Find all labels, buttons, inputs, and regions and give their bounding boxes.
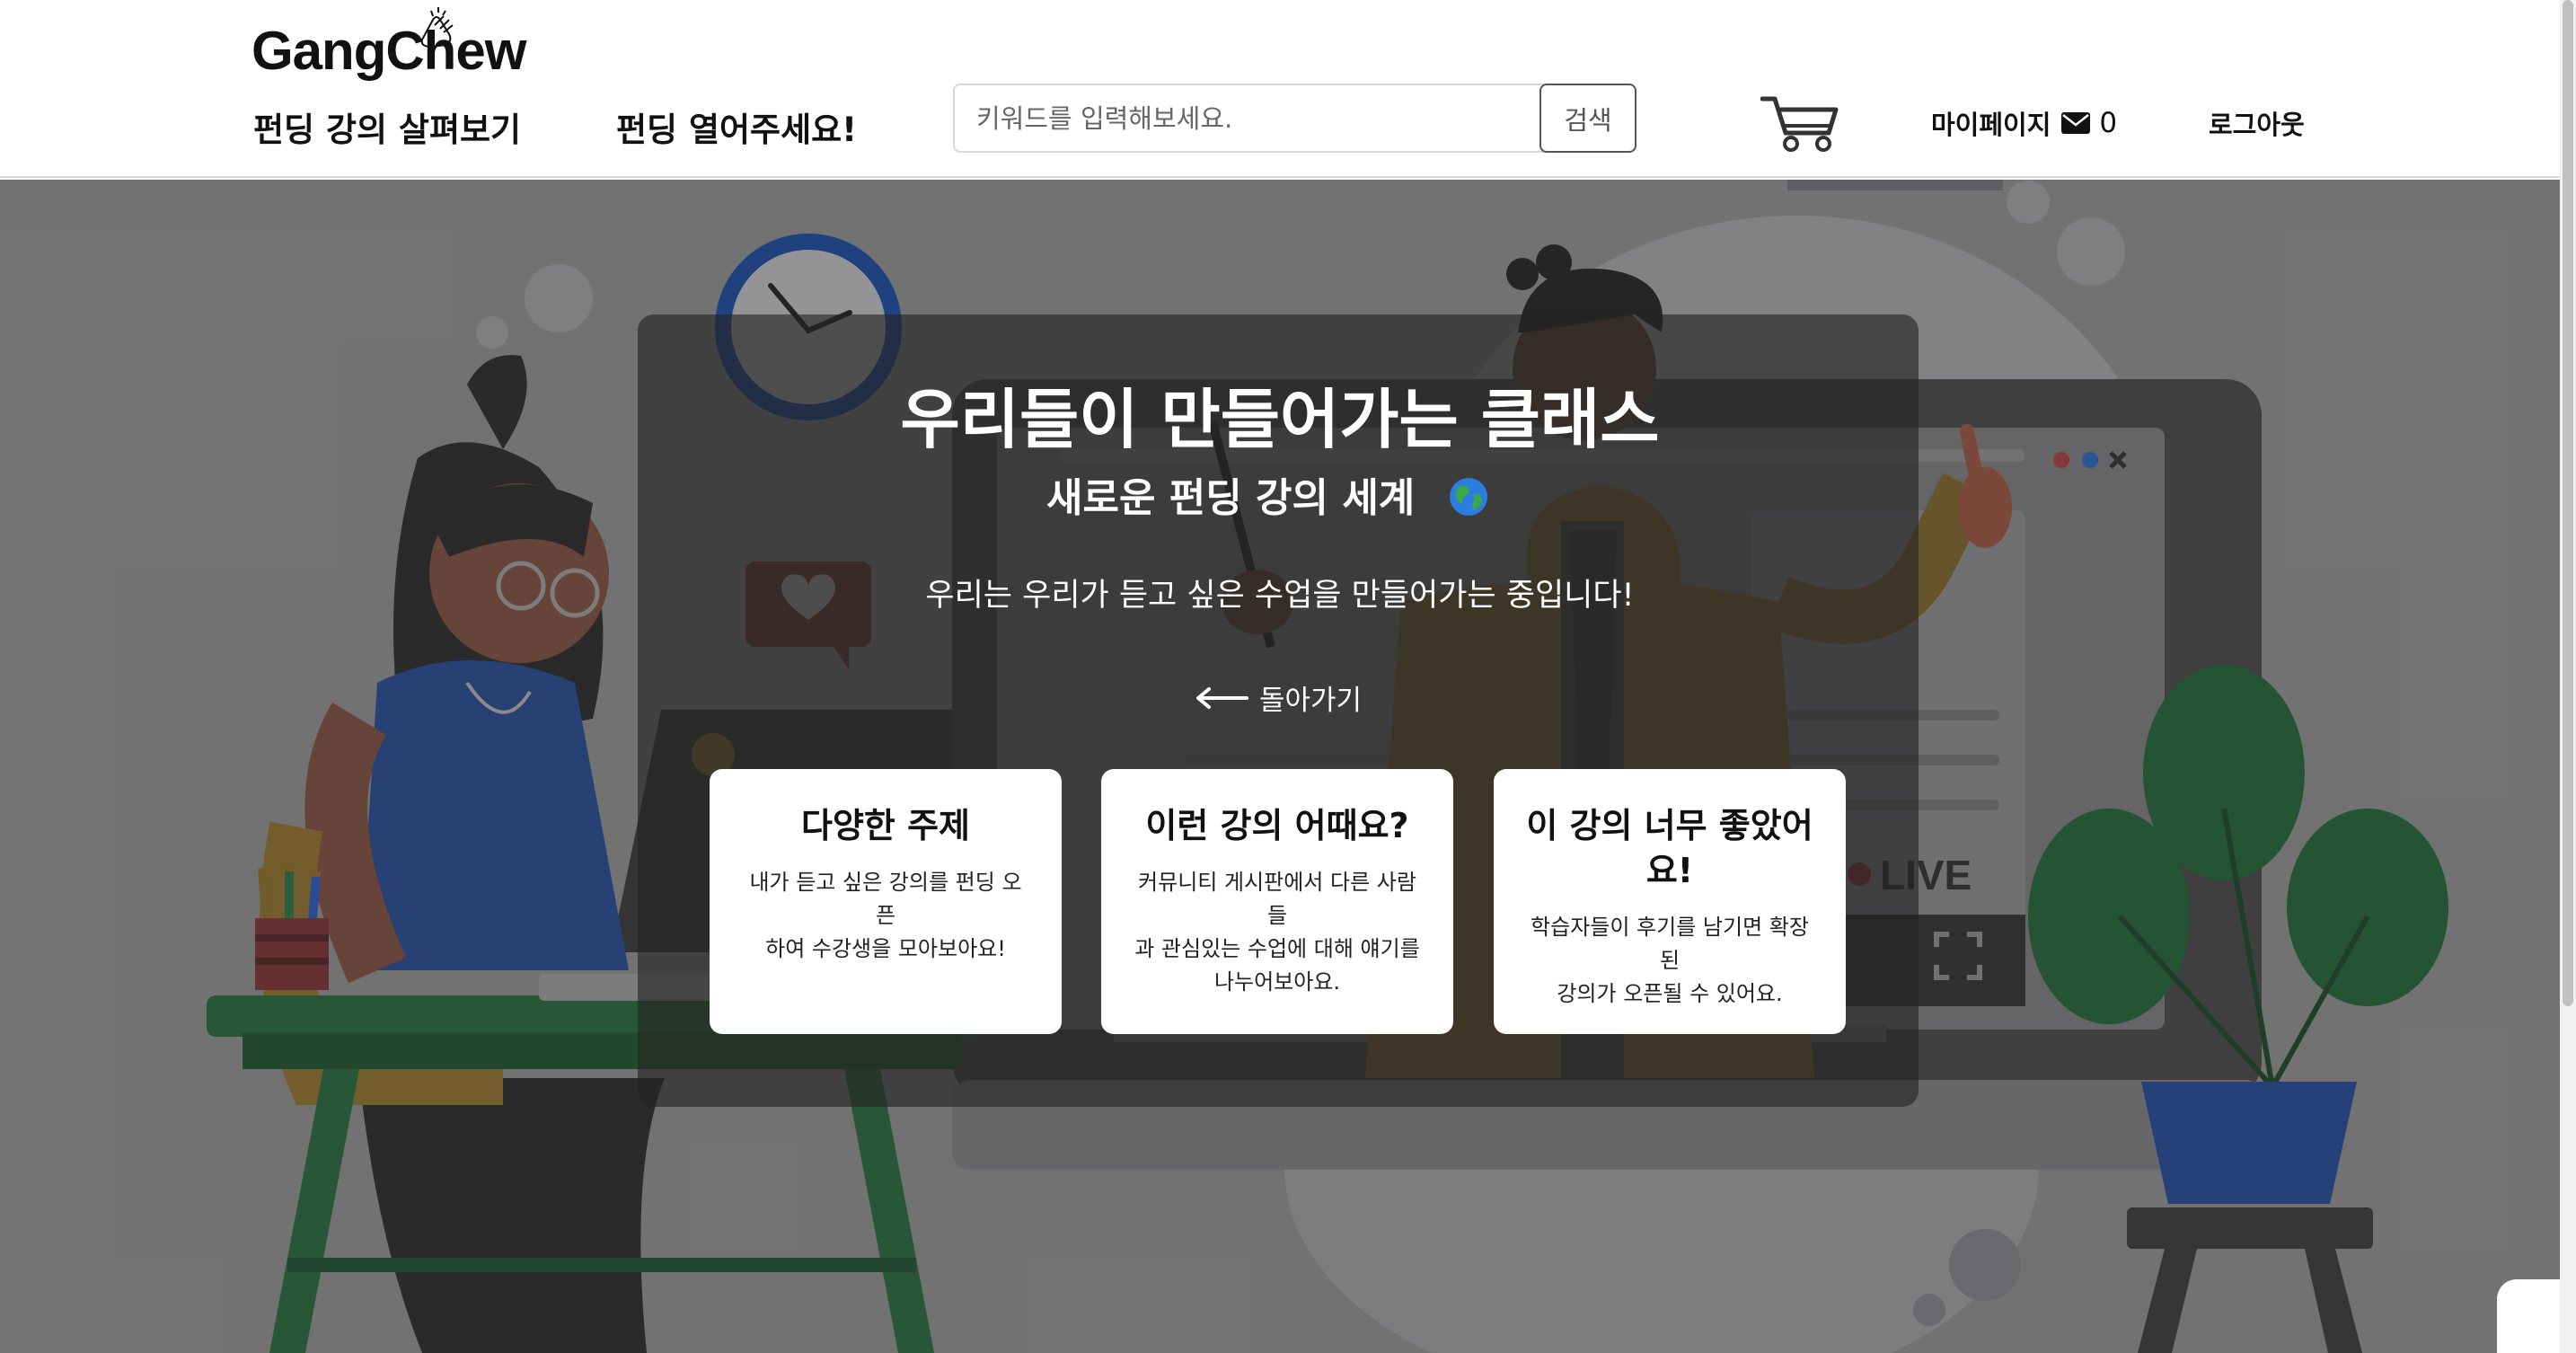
card-description: 커뮤니티 게시판에서 다른 사람들 과 관심있는 수업에 대해 얘기를 나누어보…: [1132, 866, 1423, 999]
logout-link[interactable]: 로그아웃: [2209, 104, 2305, 142]
card-description: 학습자들이 후기를 남기면 확장된 강의가 오픈될 수 있어요.: [1524, 911, 1815, 1011]
card-title-line: 요!: [1645, 851, 1694, 890]
back-link-label: 돌아가기: [1259, 685, 1363, 717]
feature-card-topics[interactable]: 다양한 주제 내가 듣고 싶은 강의를 펀딩 오픈 하여 수강생을 모아보아요!: [710, 769, 1062, 1034]
card-desc-line: 커뮤니티 게시판에서 다른 사람들: [1138, 870, 1416, 928]
card-title: 다양한 주제: [800, 806, 971, 845]
card-title-line: 이 강의 너무 좋았어: [1526, 806, 1813, 845]
card-desc-line: 학습자들이 후기를 남기면 확장된: [1531, 915, 1809, 973]
globe-icon: [1450, 478, 1487, 516]
card-title: 이 강의 너무 좋았어 요!: [1524, 803, 1815, 893]
corner-widget[interactable]: [2497, 1279, 2560, 1353]
nav-browse-funding[interactable]: 펀딩 강의 살펴보기: [253, 102, 521, 151]
nav-open-funding[interactable]: 펀딩 열어주세요!: [616, 102, 857, 151]
mail-icon: [2061, 112, 2091, 134]
search-button[interactable]: 검색: [1539, 84, 1636, 153]
card-description: 내가 듣고 싶은 강의를 펀딩 오픈 하여 수강생을 모아보아요!: [740, 866, 1031, 966]
card-desc-line: 내가 듣고 싶은 강의를 펀딩 오픈: [749, 870, 1022, 928]
top-header: GangChew 펀딩 강의 살펴보기 펀딩 열어주세요! 검색 마이페이지 0…: [0, 0, 2560, 178]
page-scrollbar[interactable]: [2560, 0, 2576, 1353]
clapping-hands-icon: [420, 7, 454, 49]
card-title: 이런 강의 어때요?: [1145, 806, 1409, 845]
message-count: 0: [2099, 107, 2118, 139]
logo[interactable]: GangChew: [251, 20, 526, 82]
hero-subtitle: 새로운 펀딩 강의 세계: [1046, 475, 1416, 521]
hero-title: 우리들이 만들어가는 클래스: [900, 382, 1660, 457]
mypage-link[interactable]: 마이페이지 0: [1931, 104, 2117, 142]
hero-description: 우리는 우리가 듣고 싶은 수업을 만들어가는 중입니다!: [925, 578, 1635, 614]
feature-card-community[interactable]: 이런 강의 어때요? 커뮤니티 게시판에서 다른 사람들 과 관심있는 수업에 …: [1101, 769, 1453, 1034]
mypage-label: 마이페이지: [1931, 110, 2051, 140]
search-input[interactable]: [955, 85, 1540, 151]
cart-icon[interactable]: [1760, 93, 1839, 153]
search-bar: 검색: [953, 84, 1636, 153]
hero-section: LIVE 우리들이 만들어가는 클래스 새로운 펀딩 강의 세계 우리는 우리가…: [0, 180, 2560, 1353]
card-desc-line: 나누어보아요.: [1213, 969, 1341, 995]
scrollbar-thumb[interactable]: [2563, 0, 2573, 1006]
back-link[interactable]: 돌아가기: [1195, 677, 1362, 718]
card-desc-line: 과 관심있는 수업에 대해 얘기를: [1134, 936, 1420, 961]
arrow-left-icon: [1196, 686, 1248, 709]
card-desc-line: 하여 수강생을 모아보아요!: [765, 936, 1006, 961]
feature-card-reviews[interactable]: 이 강의 너무 좋았어 요! 학습자들이 후기를 남기면 확장된 강의가 오픈될…: [1494, 769, 1846, 1034]
card-desc-line: 강의가 오픈될 수 있어요.: [1557, 981, 1783, 1006]
